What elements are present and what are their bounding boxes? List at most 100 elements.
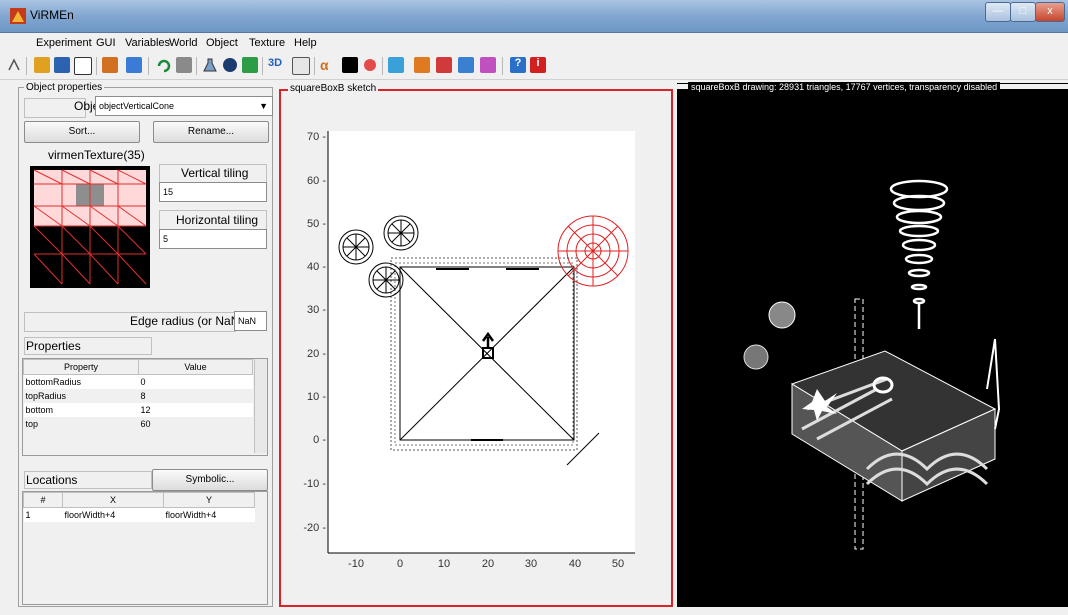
save-icon[interactable] (54, 57, 70, 73)
flask-icon[interactable] (202, 57, 218, 73)
property-value[interactable]: 0 (139, 375, 253, 390)
cube-blue-icon[interactable] (458, 57, 474, 73)
menu-bar: Experiment GUI Variables World Object Te… (0, 33, 1068, 53)
menu-experiment[interactable]: Experiment (36, 37, 92, 49)
3d-icon[interactable]: 3D (268, 57, 284, 73)
texture-label: virmenTexture(35) (48, 148, 145, 162)
edge-radius-label: Edge radius (or NaN) (130, 314, 244, 328)
toolbar: 3D α ? i (0, 53, 1068, 80)
edge-radius-input[interactable]: NaN (234, 311, 267, 331)
x-tick: 10 (438, 558, 450, 570)
object-select[interactable]: objectVerticalCone ▼ (95, 96, 273, 116)
table-row[interactable]: bottom 12 (23, 403, 253, 417)
vertical-tiling-label: Vertical tiling (181, 166, 249, 180)
y-tick: -20 - (303, 522, 326, 534)
menu-help[interactable]: Help (294, 37, 317, 49)
x-tick: 0 (397, 558, 403, 570)
title-bar: ViRMEn — □ x (0, 0, 1068, 33)
alpha-icon[interactable]: α (320, 57, 336, 73)
x-tick: 50 (612, 558, 624, 570)
location-index: 1 (25, 510, 31, 520)
horizontal-tiling-input[interactable]: 5 (159, 229, 267, 249)
cube-purple-icon[interactable] (480, 57, 496, 73)
sketch-label: squareBoxB sketch (288, 83, 379, 94)
drawing-panel[interactable]: squareBoxB drawing: 28931 triangles, 177… (677, 82, 1068, 607)
menu-variables[interactable]: Variables (125, 37, 170, 49)
y-tick: 0 - (313, 434, 326, 446)
virmen-logo-icon (10, 8, 26, 24)
info-icon[interactable]: i (530, 57, 546, 73)
cube-orange-icon[interactable] (414, 57, 430, 73)
table-row[interactable]: 1 floorWidth+4 floorWidth+4 (23, 507, 255, 523)
drawing-label: squareBoxB drawing: 28931 triangles, 177… (688, 82, 1001, 92)
globe-icon[interactable] (222, 57, 238, 73)
texture-icon[interactable] (242, 57, 258, 73)
left-panel: Object properties Object objectVerticalC… (18, 82, 273, 607)
window-layout-icon[interactable] (292, 57, 310, 75)
menu-gui[interactable]: GUI (96, 37, 116, 49)
property-header[interactable]: Property (23, 359, 139, 375)
index-header[interactable]: # (23, 492, 63, 508)
chevron-down-icon: ▼ (259, 101, 268, 111)
sort-button[interactable]: Sort... (24, 121, 140, 143)
property-name: bottom (25, 405, 54, 415)
y-tick: 10 - (307, 391, 326, 403)
property-name: bottomRadius (25, 377, 82, 387)
x-tick: 30 (525, 558, 537, 570)
value-header[interactable]: Value (138, 359, 253, 375)
table-row[interactable]: top 60 (24, 417, 253, 431)
menu-object[interactable]: Object (206, 37, 238, 49)
locations-table[interactable]: # X Y 1 floorWidth+4 floorWidth+4 (22, 491, 268, 605)
window-title: ViRMEn (30, 8, 74, 22)
property-value[interactable]: 12 (139, 403, 253, 417)
minimize-button[interactable]: — (985, 2, 1011, 22)
black-color-icon[interactable] (342, 57, 358, 73)
world-3d-view[interactable] (677, 89, 1068, 607)
y-tick: 50 - (307, 218, 326, 230)
redo-icon[interactable] (176, 57, 192, 73)
properties-scrollbar[interactable] (254, 359, 267, 453)
y-tick: -10 - (303, 478, 326, 490)
y-tick: 60 - (307, 175, 326, 187)
table-row[interactable]: topRadius 8 (24, 389, 253, 403)
cube-red-icon[interactable] (436, 57, 452, 73)
property-name: topRadius (25, 391, 67, 401)
open-icon[interactable] (34, 57, 50, 73)
menu-texture[interactable]: Texture (249, 37, 285, 49)
symbolic-button[interactable]: Symbolic... (152, 469, 268, 491)
horizontal-tiling-label: Horizontal tiling (176, 213, 259, 227)
properties-table[interactable]: Property Value bottomRadius 0 topRadius 8 … (22, 358, 268, 456)
run-icon[interactable] (6, 57, 22, 73)
close-button[interactable]: x (1035, 2, 1065, 22)
x-header[interactable]: X (62, 492, 164, 508)
y-tick: 20 - (307, 348, 326, 360)
location-x[interactable]: floorWidth+4 (63, 508, 164, 523)
vertical-tiling-input[interactable]: 15 (159, 182, 267, 202)
table-row[interactable]: bottomRadius 0 (23, 374, 253, 390)
x-tick: 20 (482, 558, 494, 570)
help-icon[interactable]: ? (510, 57, 526, 73)
undo-icon[interactable] (156, 57, 172, 73)
add-object-icon[interactable] (126, 57, 142, 73)
y-header[interactable]: Y (163, 492, 255, 508)
cube-icon[interactable] (388, 57, 404, 73)
location-y[interactable]: floorWidth+4 (164, 508, 255, 523)
maximize-button[interactable]: □ (1010, 2, 1036, 22)
property-name: top (25, 419, 39, 429)
new-window-icon[interactable] (74, 57, 92, 75)
menu-world[interactable]: World (169, 37, 198, 49)
property-value[interactable]: 8 (139, 389, 253, 403)
red-circle-icon[interactable] (362, 57, 378, 73)
properties-label: Properties (26, 339, 81, 353)
rename-button[interactable]: Rename... (153, 121, 269, 143)
texture-preview[interactable] (30, 166, 150, 288)
property-value[interactable]: 60 (139, 417, 253, 431)
pointer-icon[interactable] (102, 57, 118, 73)
y-tick: 30 - (307, 304, 326, 316)
y-tick: 40 - (307, 261, 326, 273)
object-properties-label: Object properties (24, 82, 105, 93)
x-tick: -10 (348, 558, 364, 570)
x-tick: 40 (569, 558, 581, 570)
sketch-panel[interactable]: 70 - 60 - 50 - 40 - 30 - 20 - 10 - 0 - -… (279, 89, 673, 607)
sketch-plot[interactable]: 70 - 60 - 50 - 40 - 30 - 20 - 10 - 0 - -… (281, 91, 671, 605)
